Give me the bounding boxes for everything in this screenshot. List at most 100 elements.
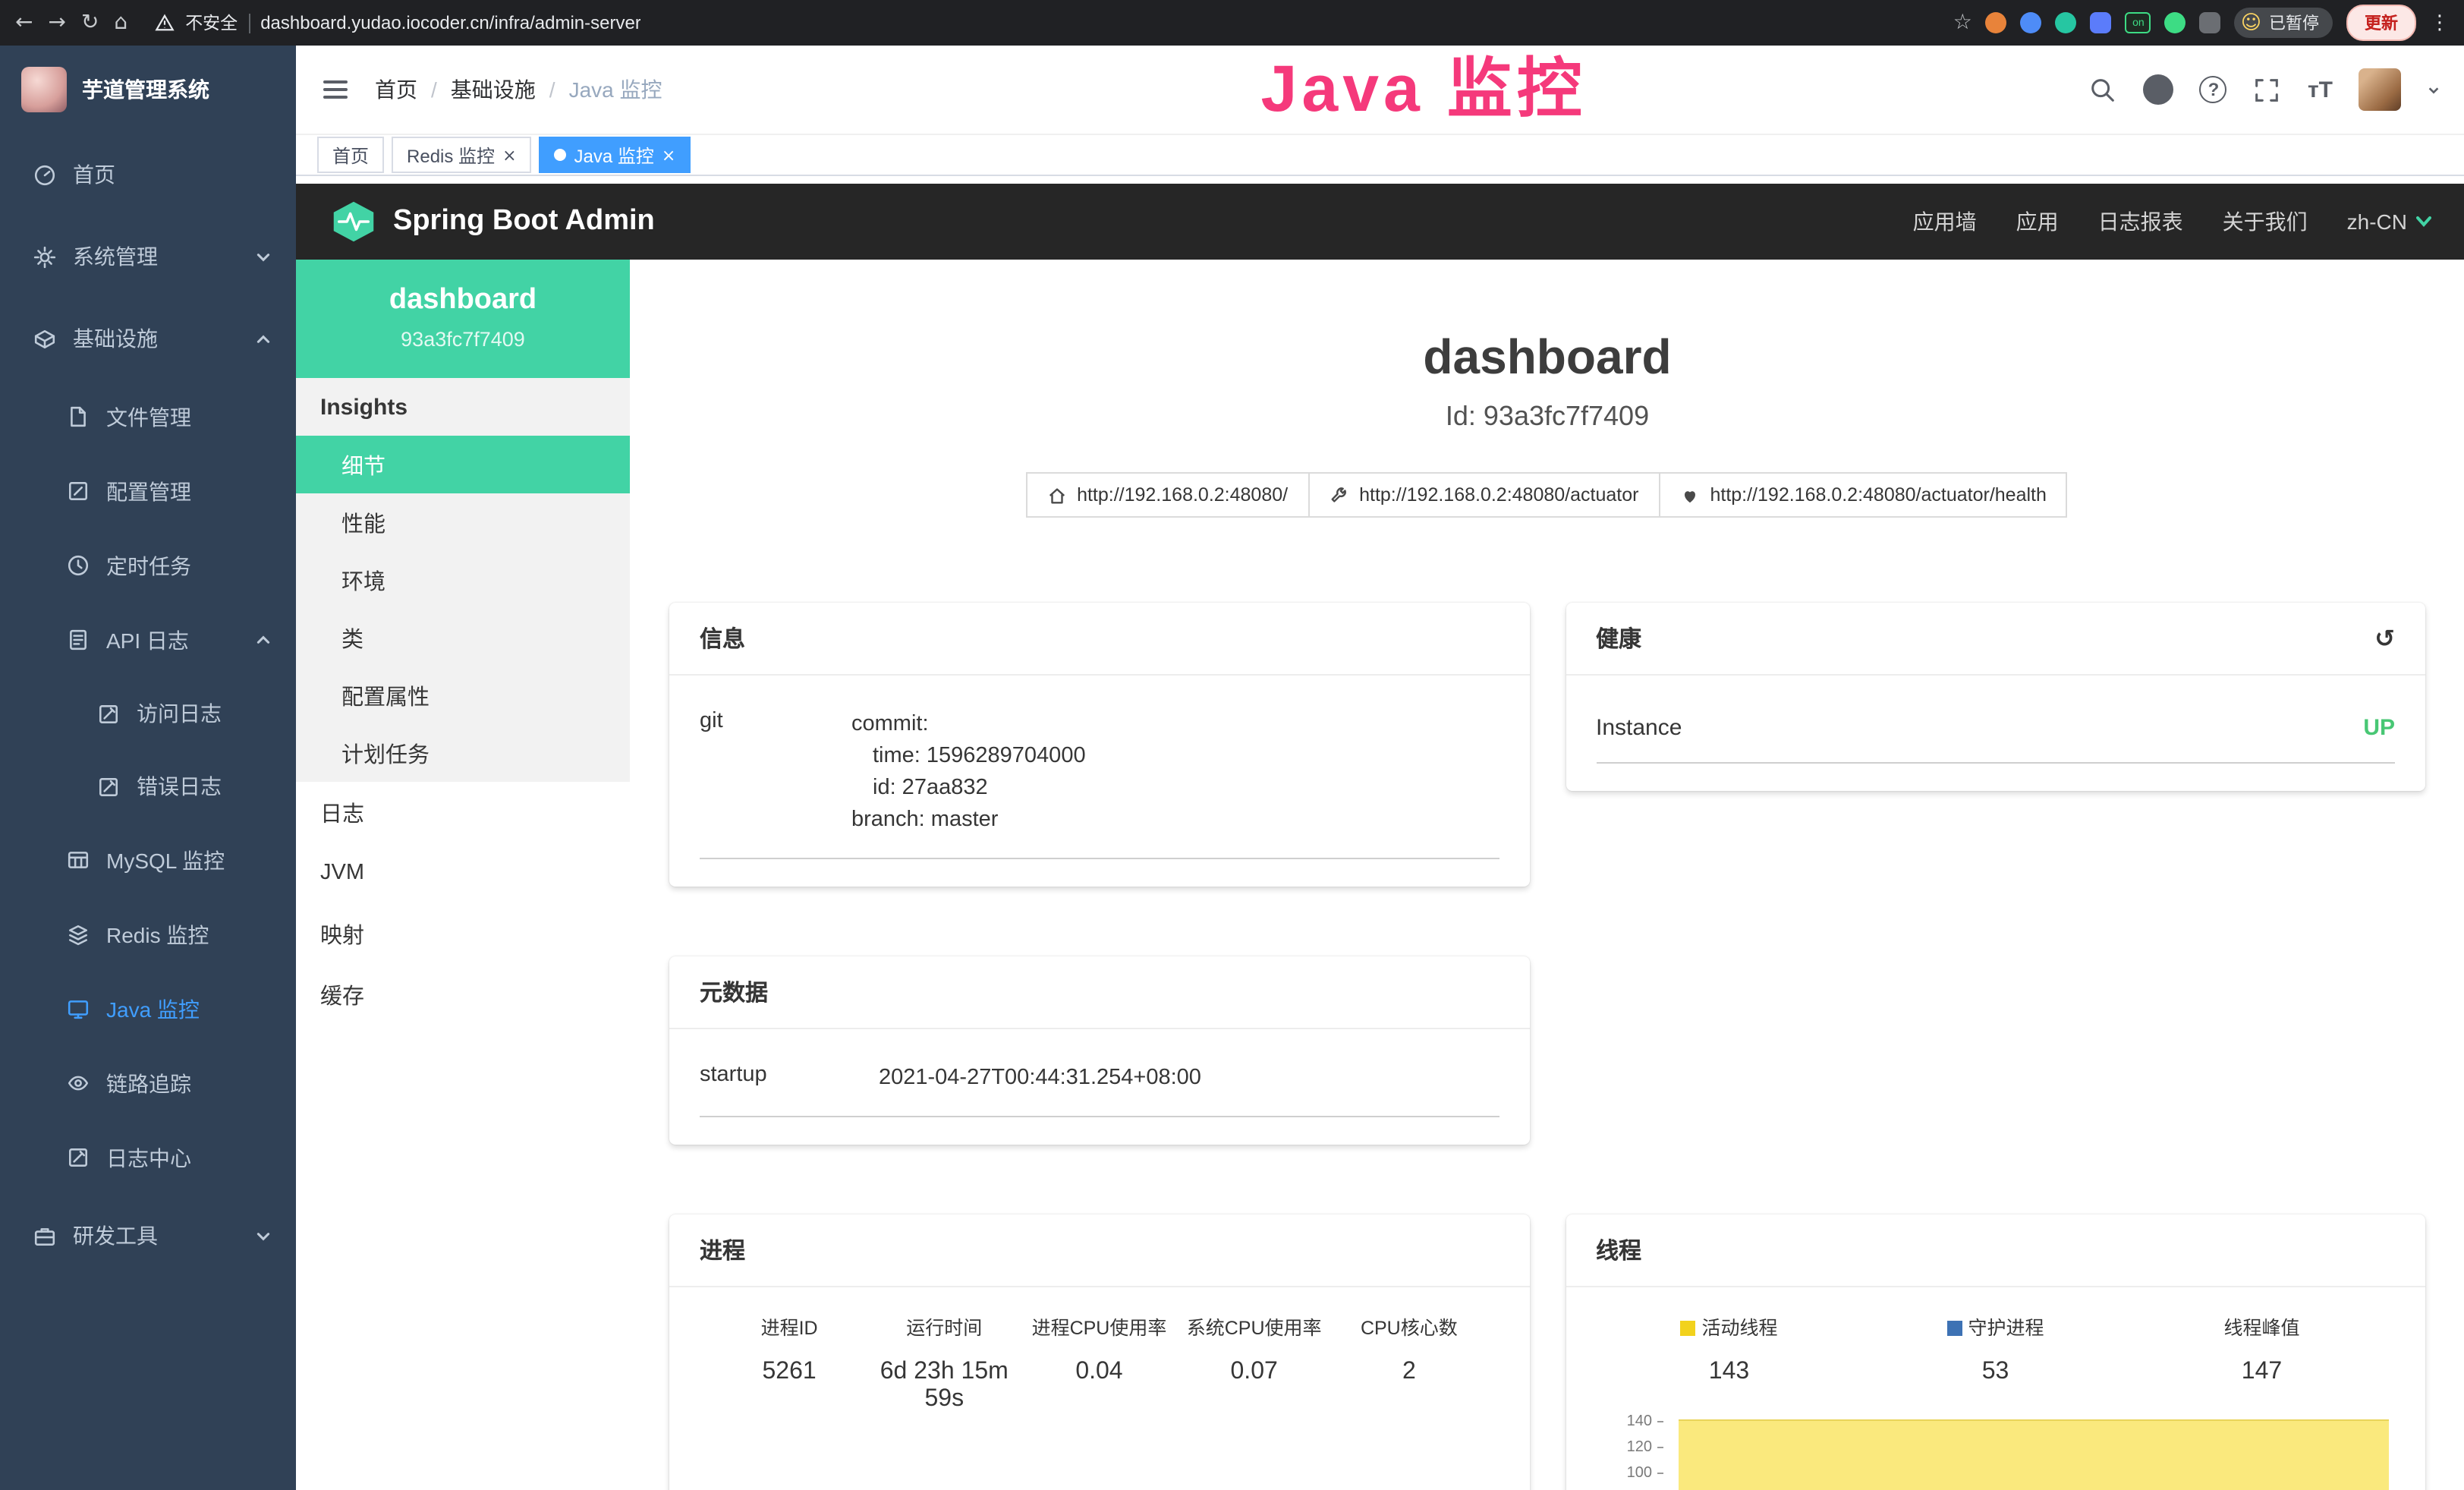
chevron-down-icon [255,1227,272,1244]
avatar-caret-icon[interactable] [2427,83,2440,96]
sba-menu-logs[interactable]: 日志 [296,782,630,843]
edit-doc-icon [97,775,120,798]
service-url-button[interactable]: http://192.168.0.2:48080/ [1025,472,1309,518]
sba-sidebar: dashboard 93a3fc7f7409 Insights 细节 性能 环境… [296,260,630,1490]
sidebar-item-tracing[interactable]: 链路追踪 [0,1046,296,1120]
profile-sync-paused-chip[interactable]: 已暂停 [2235,8,2333,38]
git-line: time: 1596289704000 [851,741,1499,773]
sidebar-item-mysql-monitor[interactable]: MySQL 监控 [0,823,296,897]
process-col-label: 系统CPU使用率 [1177,1312,1332,1340]
actuator-url-button[interactable]: http://192.168.0.2:48080/actuator [1308,472,1660,518]
breadcrumb-infrastructure[interactable]: 基础设施 [451,74,536,105]
help-icon[interactable] [2200,76,2227,103]
sidebar-item-redis-monitor[interactable]: Redis 监控 [0,897,296,972]
git-line: branch: master [851,805,1499,836]
sidebar-item-java-monitor[interactable]: Java 监控 [0,972,296,1046]
sidebar-item-home[interactable]: 首页 [0,134,296,216]
sidebar-item-api-log[interactable]: API 日志 [0,603,296,677]
browser-toolbar-right: on 已暂停 更新 [1953,5,2450,41]
service-url: http://192.168.0.2:48080/ [1077,484,1288,506]
search-icon[interactable] [2089,75,2118,104]
breadcrumb-home[interactable]: 首页 [375,74,417,105]
extension-icon[interactable] [1986,12,2007,33]
health-url: http://192.168.0.2:48080/actuator/health [1710,484,2046,506]
sba-instance-header[interactable]: dashboard 93a3fc7f7409 [296,260,630,378]
breadcrumb: 首页 / 基础设施 / Java 监控 [375,74,662,105]
tab-home[interactable]: 首页 [317,137,384,173]
legend-live-threads: 活动线程 143 [1596,1312,1862,1386]
sba-menu-jvm[interactable]: JVM [296,843,630,903]
extension-icon[interactable] [2165,12,2186,33]
security-label: 不安全 [185,11,238,35]
sba-nav-applications[interactable]: 应用 [2016,206,2059,237]
extension-icon[interactable] [2056,12,2077,33]
sba-menu-environment[interactable]: 环境 [296,551,630,609]
sidebar-item-access-log[interactable]: 访问日志 [0,677,296,750]
reload-icon[interactable] [81,12,99,33]
page-content: Spring Boot Admin 应用墙 应用 日志报表 关于我们 zh-CN [296,176,2464,1490]
home-icon[interactable] [114,12,127,33]
health-instance-label: Instance [1596,715,1682,741]
fullscreen-icon[interactable] [2253,75,2282,104]
sidebar-item-error-log[interactable]: 错误日志 [0,750,296,823]
sidebar-item-file-manage[interactable]: 文件管理 [0,380,296,454]
app-logo[interactable]: 芋道管理系统 [0,46,296,134]
screen: 不安全 dashboard.yudao.iocoder.cn/infra/adm… [0,0,2464,1490]
health-url-button[interactable]: http://192.168.0.2:48080/actuator/health [1658,472,2067,518]
sba-menu-configprops[interactable]: 配置属性 [296,666,630,724]
wrench-icon [1329,485,1348,505]
bookmark-star-icon[interactable] [1953,12,1972,33]
history-icon[interactable] [2374,626,2395,650]
tab-label: 首页 [332,142,369,168]
tab-java-monitor[interactable]: Java 监控 [540,137,691,173]
github-icon[interactable] [2144,74,2174,105]
legend-peak-threads: 线程峰值 147 [2129,1312,2395,1386]
sba-menu-classes[interactable]: 类 [296,609,630,666]
tab-redis-monitor[interactable]: Redis 监控 [392,137,531,173]
sidebar-item-label: Java 监控 [106,994,200,1024]
sba-menu-scheduled-tasks[interactable]: 计划任务 [296,724,630,782]
extension-icon[interactable] [2091,12,2112,33]
card-title: 线程 [1566,1214,2425,1287]
font-size-icon[interactable]: тT [2308,77,2333,102]
sba-nav-journal[interactable]: 日志报表 [2098,206,2183,237]
instance-id-line: Id: 93a3fc7f7409 [630,401,2464,433]
browser-update-button[interactable]: 更新 [2346,5,2416,41]
forward-icon[interactable] [48,12,65,33]
sba-locale-select[interactable]: zh-CN [2347,209,2431,234]
process-col-value: 0.07 [1177,1359,1332,1413]
back-icon[interactable] [15,12,33,33]
extension-icon[interactable] [2021,12,2042,33]
sidebar-item-log-center[interactable]: 日志中心 [0,1120,296,1195]
legend-label: 活动线程 [1701,1318,1777,1339]
sidebar-item-label: 错误日志 [137,771,222,802]
sba-menu-mappings[interactable]: 映射 [296,903,630,964]
instance-links: http://192.168.0.2:48080/ http://192.168… [630,472,2464,518]
tab-label: Redis 监控 [407,142,495,168]
sba-menu-details[interactable]: 细节 [296,436,630,493]
sba-nav-wallboard[interactable]: 应用墙 [1913,206,1977,237]
user-avatar[interactable] [2359,68,2401,111]
info-card: 信息 git commit: time: 1596289704000 id: 2… [669,603,1529,887]
sidebar-item-system[interactable]: 系统管理 [0,216,296,298]
address-bar[interactable]: 不安全 dashboard.yudao.iocoder.cn/infra/adm… [143,11,1938,35]
sba-brand-title[interactable]: Spring Boot Admin [393,205,655,238]
clock-icon [67,554,90,577]
close-icon[interactable] [502,146,516,163]
extension-on-badge[interactable]: on [2126,12,2151,33]
sidebar-item-dev-tools[interactable]: 研发工具 [0,1195,296,1277]
sba-insights-group: Insights 细节 性能 环境 类 配置属性 计划任务 [296,378,630,782]
sidebar-item-infrastructure[interactable]: 基础设施 [0,298,296,380]
browser-menu-icon[interactable] [2430,13,2450,33]
sidebar-item-label: 配置管理 [106,476,191,506]
sba-nav-about[interactable]: 关于我们 [2223,206,2308,237]
sidebar-toggle-icon[interactable] [320,74,351,105]
extensions-puzzle-icon[interactable] [2200,12,2221,33]
close-icon[interactable] [662,146,675,163]
sba-menu-metrics[interactable]: 性能 [296,493,630,551]
sidebar-item-config-manage[interactable]: 配置管理 [0,454,296,528]
sidebar-item-scheduled-jobs[interactable]: 定时任务 [0,528,296,603]
y-axis-tick: 120 [1608,1439,1663,1456]
sba-menu-caches[interactable]: 缓存 [296,964,630,1025]
process-labels-row: 进程ID 运行时间 进程CPU使用率 系统CPU使用率 CPU核心数 [700,1312,1499,1340]
